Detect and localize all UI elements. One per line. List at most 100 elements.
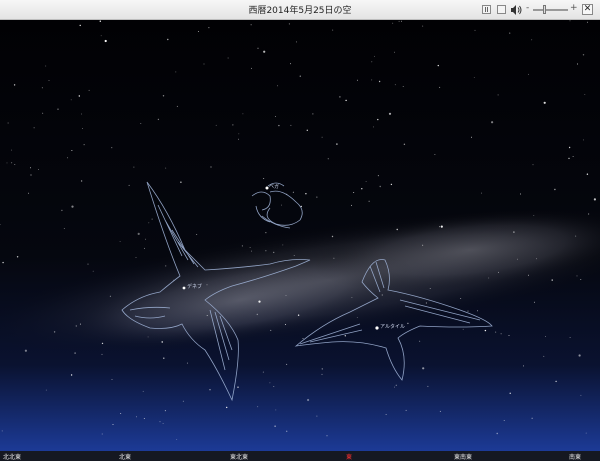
star: [7, 122, 9, 124]
star: [140, 123, 142, 124]
star: [422, 244, 424, 246]
star: [137, 232, 140, 235]
star: [148, 222, 150, 224]
star: [24, 349, 27, 352]
star: [407, 322, 409, 325]
star: [531, 417, 533, 419]
star: [145, 238, 147, 240]
star: [356, 316, 358, 318]
star: [133, 166, 135, 168]
direction-label-e: 東: [346, 454, 353, 461]
star: [135, 416, 137, 418]
altair-star[interactable]: [375, 326, 379, 330]
star: [373, 55, 375, 57]
deneb-star[interactable]: [182, 286, 186, 290]
star: [263, 177, 265, 179]
star: [284, 324, 286, 325]
star: [398, 20, 400, 22]
star: [242, 113, 244, 115]
star: [439, 410, 441, 412]
star: [345, 99, 347, 102]
star: [165, 265, 167, 267]
star: [481, 192, 483, 194]
star: [361, 188, 363, 190]
star: [293, 255, 295, 256]
star: [427, 385, 429, 387]
star: [80, 180, 83, 182]
star: [488, 277, 490, 279]
star: [496, 432, 498, 435]
star: [390, 183, 393, 186]
star: [99, 20, 102, 22]
star: [263, 50, 266, 53]
star: [471, 136, 472, 138]
star: [394, 51, 395, 53]
star: [580, 394, 582, 396]
star: [372, 126, 374, 128]
star: [403, 143, 406, 145]
window-mode-button[interactable]: [497, 5, 506, 14]
star: [128, 184, 130, 186]
star: [13, 84, 16, 86]
close-button[interactable]: ✕: [582, 4, 593, 15]
star: [251, 67, 252, 69]
star: [516, 258, 518, 260]
star: [164, 410, 166, 412]
star: [495, 331, 497, 333]
star: [551, 279, 553, 281]
star: [274, 425, 276, 427]
star: [33, 127, 35, 129]
star: [101, 353, 103, 355]
volume-slider-knob[interactable]: [543, 5, 546, 14]
star: [208, 27, 210, 29]
star: [467, 310, 469, 312]
star: [277, 85, 279, 87]
star: [555, 380, 557, 383]
star: [394, 84, 396, 86]
star: [274, 116, 276, 118]
star: [405, 409, 407, 411]
star: [569, 20, 571, 22]
star: [257, 47, 259, 49]
star: [568, 146, 571, 149]
star: [176, 105, 178, 107]
pause-button[interactable]: [482, 5, 491, 14]
star: [460, 298, 462, 300]
star: [14, 164, 16, 165]
star: [586, 173, 589, 175]
star: [265, 250, 267, 252]
star: [543, 355, 545, 357]
star: [288, 23, 290, 25]
star: [275, 409, 277, 411]
star: [111, 147, 113, 149]
planetarium-window: 西暦2014年5月25日の空 - + ✕ デネブ アルタイル ベガ 北北東 北東…: [0, 0, 600, 461]
star: [422, 25, 424, 27]
star: [186, 362, 188, 364]
star: [63, 228, 65, 229]
star: [395, 384, 397, 386]
star: [210, 166, 212, 168]
star: [83, 144, 85, 146]
star: [365, 180, 367, 182]
star: [143, 247, 145, 249]
speaker-icon[interactable]: [510, 4, 522, 16]
star: [295, 41, 297, 43]
sky-view[interactable]: デネブ アルタイル ベガ: [0, 20, 600, 451]
star: [28, 192, 30, 194]
volume-minus-label: -: [526, 3, 530, 13]
star: [379, 185, 381, 188]
star: [554, 188, 556, 191]
sky-canvas: [0, 20, 600, 451]
star: [385, 413, 387, 415]
star: [299, 75, 301, 77]
star: [429, 288, 431, 289]
star: [531, 39, 533, 41]
star: [327, 158, 329, 160]
star: [112, 424, 114, 426]
star: [87, 263, 89, 265]
star: [378, 80, 381, 83]
star: [473, 76, 475, 78]
volume-slider-track[interactable]: [533, 9, 568, 11]
star: [159, 421, 161, 423]
star: [297, 314, 300, 316]
